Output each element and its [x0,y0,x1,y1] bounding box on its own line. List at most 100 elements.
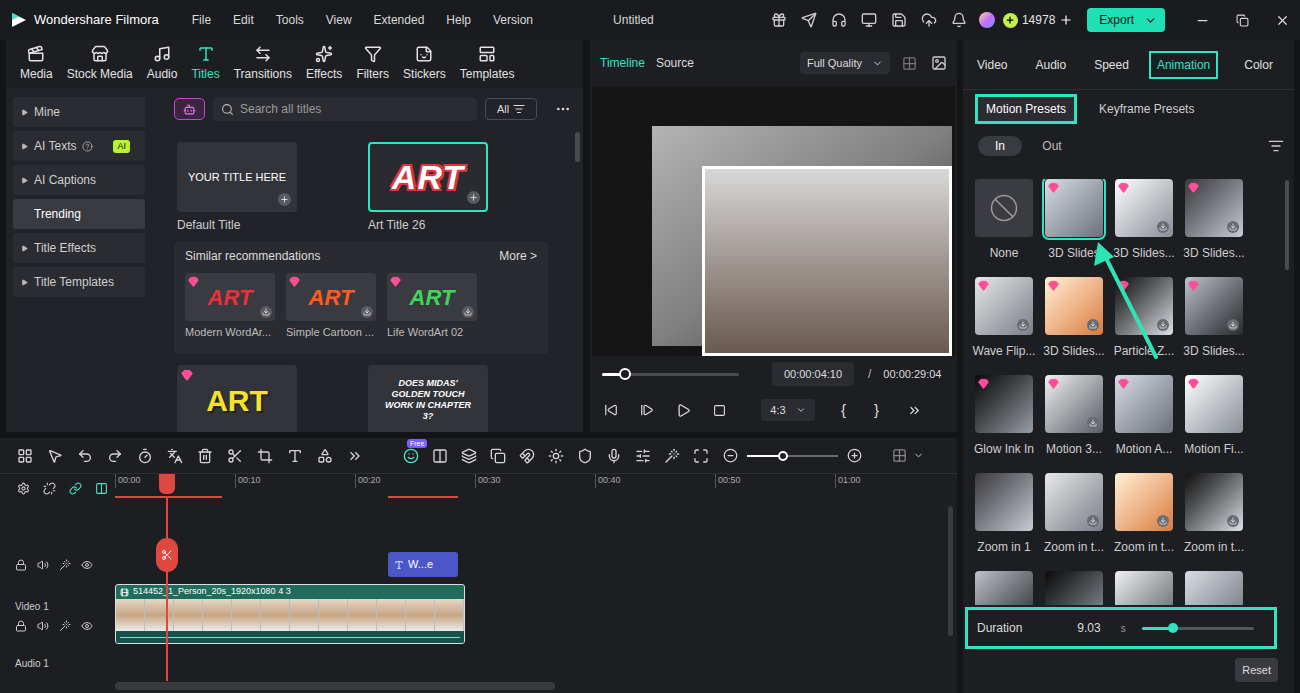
download-icon[interactable] [1227,221,1239,233]
title-card[interactable]: ART [177,365,297,432]
preset-item[interactable] [1115,571,1173,605]
timeline-tool-icon[interactable] [317,448,333,464]
preset-item[interactable]: Wave Flip... [975,277,1033,360]
duration-slider[interactable] [1142,627,1254,630]
preview-tab[interactable]: Source [656,54,694,72]
search-field[interactable]: Search all titles [213,98,477,121]
menu-item[interactable]: View [326,11,352,29]
timeline-tool-icon[interactable] [519,448,535,464]
sidebar-item[interactable]: AI Captions [13,165,145,195]
filter-icon[interactable] [1268,138,1284,154]
library-tab[interactable]: Audio [141,45,184,83]
recommendation-card[interactable]: ARTLife WordArt 02 [387,273,488,341]
avatar-icon[interactable] [979,12,995,28]
timeline-tool-icon[interactable] [197,448,213,464]
settings-icon[interactable] [17,482,30,495]
timeline-tool-icon[interactable] [17,448,33,464]
sidebar-item[interactable]: Trending [13,199,145,229]
effect-icon[interactable] [59,620,71,632]
more-icon[interactable] [555,101,571,117]
sidebar-item[interactable]: Title Effects [13,233,145,263]
lock-icon[interactable] [15,559,27,571]
timeline-tool-icon[interactable] [664,448,680,464]
play-icon[interactable] [676,403,691,418]
stop-icon[interactable] [713,404,726,417]
menu-item[interactable]: Version [493,11,533,29]
close-icon[interactable] [1275,13,1290,28]
download-icon[interactable] [361,306,373,318]
preset-item[interactable]: 3D Slides... [1115,179,1173,262]
download-icon[interactable] [1157,515,1169,527]
ruler[interactable]: 00:0000:1000:2000:3000:4000:5001:00 [110,474,957,502]
layout-menu-icon[interactable] [913,450,924,461]
support-icon[interactable] [831,12,847,28]
reset-button[interactable]: Reset [1235,658,1278,682]
preset-item[interactable]: Zoom in t... [1045,473,1103,556]
progress-slider[interactable] [602,373,739,376]
menu-item[interactable]: Tools [276,11,304,29]
lock-icon[interactable] [15,620,27,632]
title-card[interactable]: YOUR TITLE HEREDefault Title [177,142,297,234]
filter-button[interactable]: All [485,98,537,120]
sidebar-item[interactable]: Title Templates [13,267,145,297]
zoom-slider[interactable] [747,455,838,457]
download-icon[interactable] [260,306,272,318]
visibility-icon[interactable] [81,559,93,571]
download-icon[interactable] [1087,319,1099,331]
download-icon[interactable] [1227,515,1239,527]
vertical-scrollbar[interactable] [948,506,953,636]
preset-item[interactable]: Glow Ink In [975,375,1033,458]
cloud-icon[interactable] [921,12,937,28]
minimize-icon[interactable] [1195,13,1210,28]
download-icon[interactable] [1017,319,1029,331]
timeline-tool-icon[interactable] [167,448,183,464]
menu-item[interactable]: Edit [233,11,254,29]
title-card[interactable]: ARTArt Title 26 [368,142,488,234]
property-tab[interactable]: Color [1242,51,1275,79]
preset-item[interactable]: Zoom in 1 [975,473,1033,556]
previous-frame-icon[interactable] [604,403,618,417]
timeline-tool-icon[interactable] [137,448,153,464]
timeline-tool-icon[interactable] [606,448,622,464]
unlink-icon[interactable] [43,482,56,495]
zoom-in-icon[interactable] [847,448,862,463]
send-icon[interactable] [801,12,817,28]
subtab[interactable]: Keyframe Presets [1091,94,1202,124]
menu-item[interactable]: Help [446,11,471,29]
next-frame-icon[interactable] [640,403,654,417]
visibility-icon[interactable] [81,620,93,632]
timeline-tool-icon[interactable] [693,448,709,464]
preset-item[interactable] [1185,571,1243,605]
properties-scrollbar[interactable] [1285,180,1289,270]
timeline-tool-icon[interactable] [577,448,593,464]
library-scrollbar[interactable] [575,132,580,162]
sidebar-item[interactable]: Mine [13,97,145,127]
download-icon[interactable] [1227,319,1239,331]
subtab[interactable]: Motion Presets [975,94,1077,124]
timeline-tool-icon[interactable] [635,448,651,464]
quality-dropdown[interactable]: Full Quality [800,52,890,74]
preset-item[interactable]: Motion 3... [1045,375,1103,458]
add-icon[interactable] [467,191,480,204]
direction-toggle[interactable]: Out [1030,136,1074,156]
ai-search-button[interactable] [174,98,205,120]
layout-icon[interactable] [892,448,907,463]
title-clip[interactable]: W...e [388,552,458,577]
preview-tab[interactable]: Timeline [600,54,645,72]
ratio-dropdown[interactable]: 4:3 [761,399,815,421]
mute-icon[interactable] [37,559,49,571]
property-tab[interactable]: Audio [1033,51,1068,79]
menu-item[interactable]: Extended [374,11,425,29]
timeline-tool-icon[interactable] [257,448,273,464]
library-tab[interactable]: Stickers [397,45,452,83]
help-icon[interactable] [82,141,93,152]
snapshot-icon[interactable] [931,55,947,71]
library-tab[interactable]: Stock Media [61,45,139,83]
timeline-tool-icon[interactable] [403,448,419,464]
effect-icon[interactable] [59,559,71,571]
mark-out[interactable]: } [874,399,879,422]
property-tab[interactable]: Speed [1092,51,1131,79]
timeline-tool-icon[interactable] [287,448,303,464]
download-icon[interactable] [1087,417,1099,429]
mark-in[interactable]: { [841,399,846,422]
